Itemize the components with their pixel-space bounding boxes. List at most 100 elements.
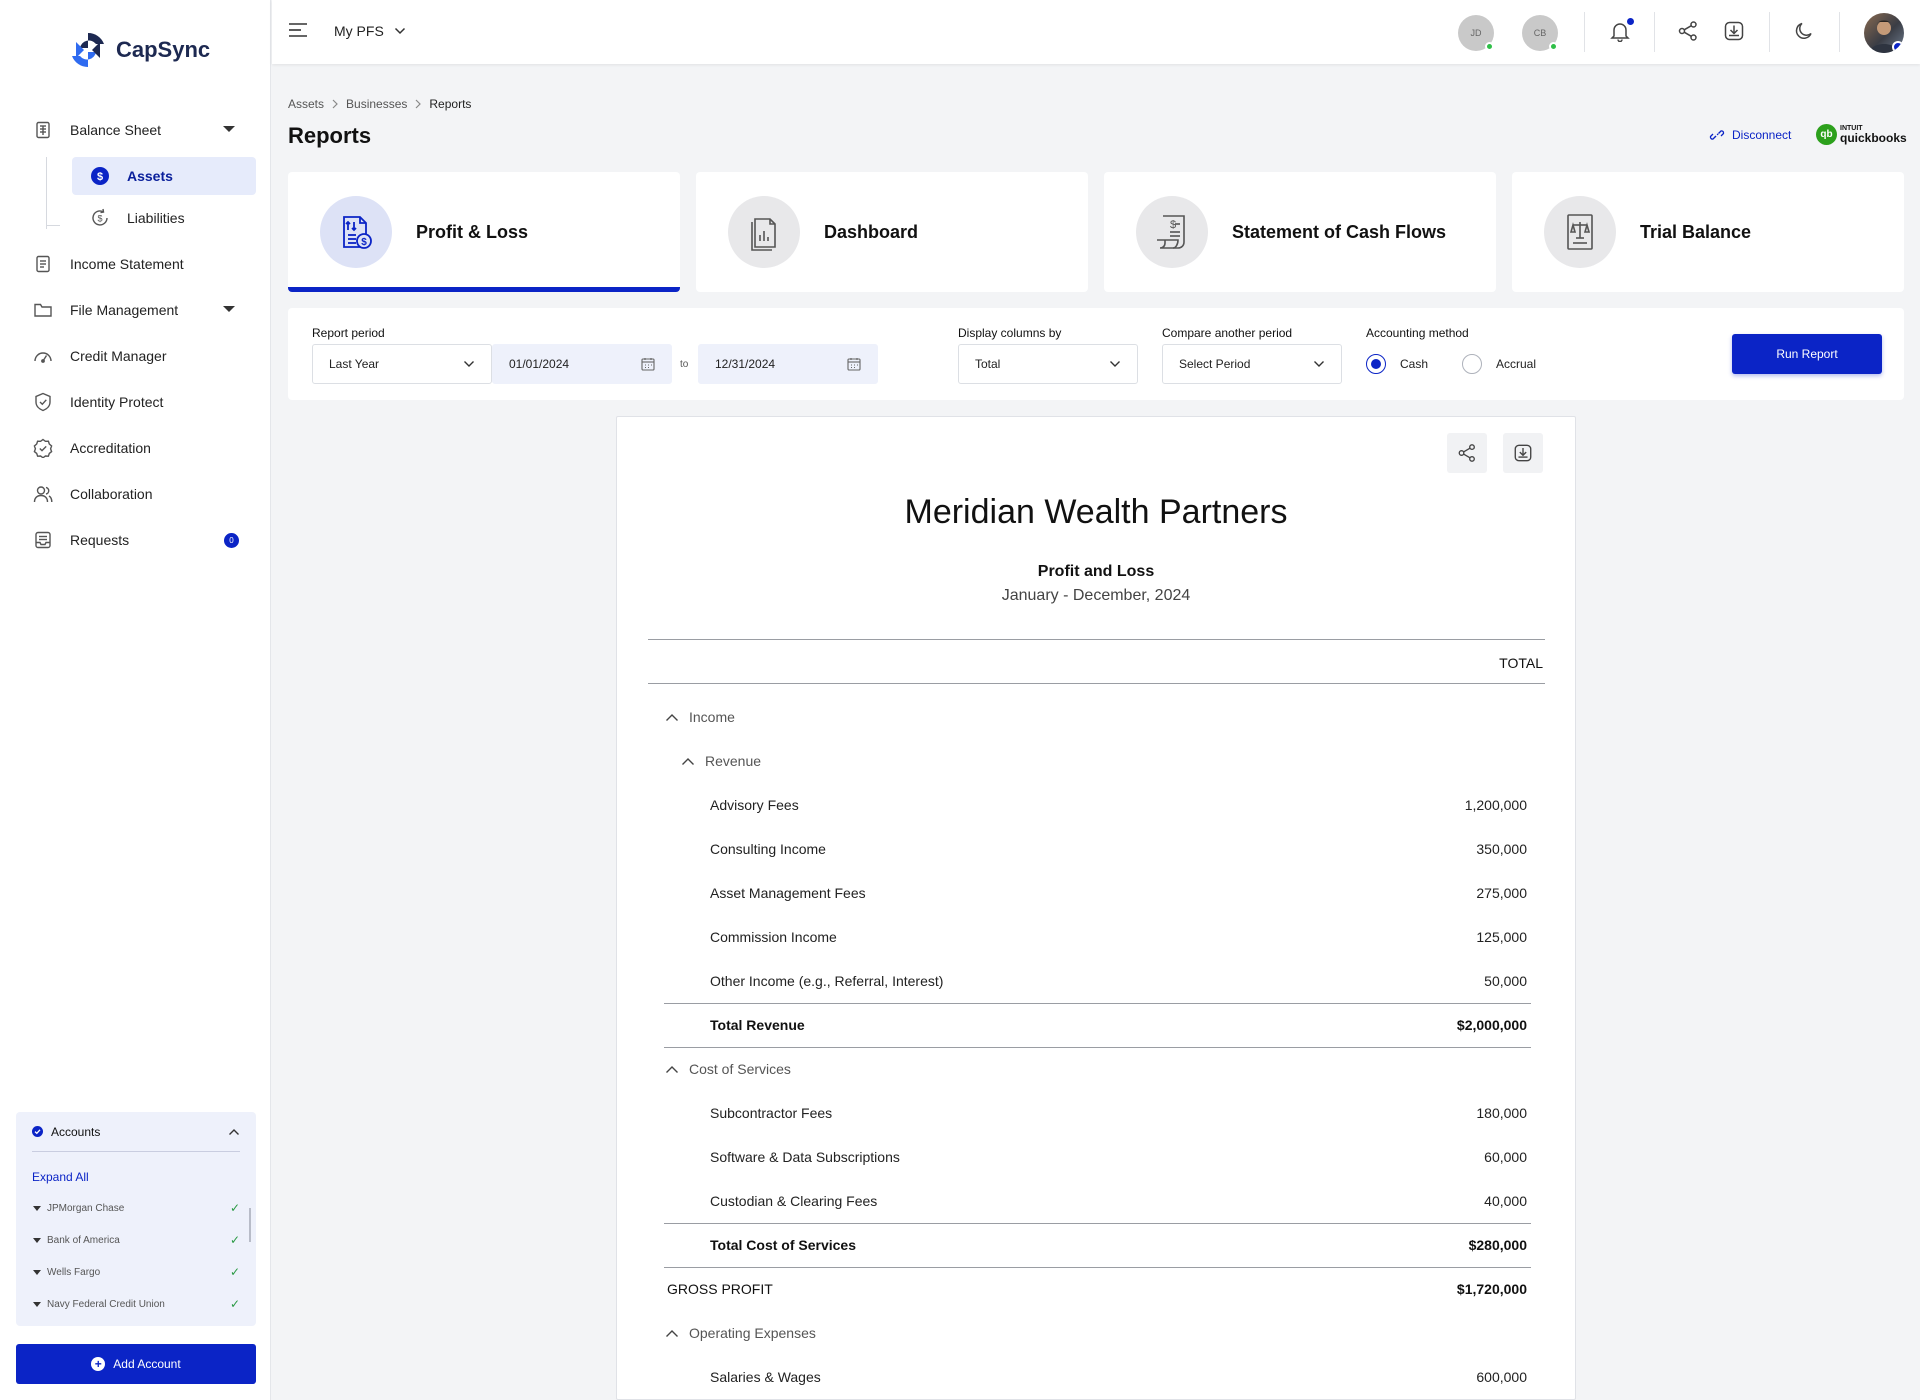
breadcrumb-item[interactable]: Assets xyxy=(288,97,324,111)
sidebar-item-income-statement[interactable]: Income Statement xyxy=(0,241,271,287)
account-row[interactable]: Wells Fargo ✓ xyxy=(33,1256,240,1288)
calendar-icon[interactable] xyxy=(641,357,655,371)
calendar-icon[interactable] xyxy=(847,357,861,371)
breadcrumb: Assets Businesses Reports xyxy=(288,97,471,111)
row-label: Revenue xyxy=(705,753,762,769)
tab-profit-loss[interactable]: $ Profit & Loss xyxy=(288,172,680,292)
refresh-dollar-icon: $ xyxy=(89,207,111,229)
row-label: Operating Expenses xyxy=(689,1325,816,1341)
sidebar-item-label: Accreditation xyxy=(70,440,151,456)
chevron-up-icon[interactable] xyxy=(228,1128,240,1136)
divider xyxy=(1654,12,1655,52)
moon-icon[interactable] xyxy=(1793,20,1815,42)
row-label-wrap: Asset Management Fees xyxy=(710,885,866,901)
accounts-panel-header[interactable]: Accounts xyxy=(32,1112,240,1152)
capsync-logo-icon xyxy=(72,32,104,68)
compare-period-select[interactable]: Select Period xyxy=(1162,344,1342,384)
tree-line xyxy=(46,225,60,226)
caret-down-icon xyxy=(223,306,235,312)
row-label-wrap: Software & Data Subscriptions xyxy=(710,1149,900,1165)
to-date-input[interactable]: 12/31/2024 xyxy=(698,344,878,384)
divider xyxy=(1839,12,1840,52)
row-label-wrap: Other Income (e.g., Referral, Interest) xyxy=(710,973,943,989)
sidebar-nav: Balance Sheet $ Assets $ Liabilities Inc… xyxy=(0,107,271,563)
shield-icon xyxy=(33,392,53,412)
accounts-scrollbar[interactable] xyxy=(249,1208,251,1242)
radio-cash[interactable]: Cash xyxy=(1366,354,1428,374)
user-avatar[interactable] xyxy=(1864,13,1904,53)
add-account-button[interactable]: + Add Account xyxy=(16,1344,256,1384)
share-icon[interactable] xyxy=(1677,20,1699,42)
chevron-down-icon xyxy=(463,360,475,368)
report-period-select[interactable]: Last Year xyxy=(312,344,492,384)
users-icon xyxy=(33,484,53,504)
svg-text:$: $ xyxy=(1170,219,1176,231)
radio-button[interactable] xyxy=(1366,354,1386,374)
account-row[interactable]: Bank of America ✓ xyxy=(33,1224,240,1256)
sidebar-item-credit-manager[interactable]: Credit Manager xyxy=(0,333,271,379)
sidebar-item-accreditation[interactable]: Accreditation xyxy=(0,425,271,471)
expand-all-link[interactable]: Expand All xyxy=(32,1170,256,1184)
report-group-row[interactable]: Revenue xyxy=(617,739,1577,783)
column-header-total: TOTAL xyxy=(1499,655,1543,671)
sidebar-item-liabilities[interactable]: $ Liabilities xyxy=(72,199,256,237)
workspace-selector[interactable]: My PFS xyxy=(334,23,406,39)
breadcrumb-item[interactable]: Businesses xyxy=(346,97,407,111)
download-icon[interactable] xyxy=(1723,20,1745,42)
avatar[interactable]: CB xyxy=(1522,15,1558,51)
report-period: January - December, 2024 xyxy=(1001,587,1191,604)
account-row[interactable]: JPMorgan Chase ✓ xyxy=(33,1192,240,1224)
tab-trial-balance[interactable]: Trial Balance xyxy=(1512,172,1904,292)
sidebar-item-file-management[interactable]: File Management xyxy=(0,287,271,333)
from-date-input[interactable]: 01/01/2024 xyxy=(492,344,672,384)
tab-cash-flows[interactable]: $ Statement of Cash Flows xyxy=(1104,172,1496,292)
online-indicator xyxy=(1485,42,1494,51)
report-line-row: Commission Income 125,000 xyxy=(617,915,1577,959)
run-report-button[interactable]: Run Report xyxy=(1732,334,1882,374)
radio-accrual[interactable]: Accrual xyxy=(1462,354,1536,374)
report-group-row[interactable]: Income xyxy=(617,695,1577,739)
report-group-row[interactable]: Operating Expenses xyxy=(617,1311,1577,1355)
sidebar-item-requests[interactable]: Requests 0 xyxy=(0,517,271,563)
sidebar-item-identity-protect[interactable]: Identity Protect xyxy=(0,379,271,425)
account-row[interactable]: Navy Federal Credit Union ✓ xyxy=(33,1288,240,1320)
download-icon[interactable] xyxy=(1503,433,1543,473)
row-amount: 60,000 xyxy=(1484,1149,1527,1165)
chevron-up-icon[interactable] xyxy=(681,754,695,768)
top-header: My PFS JD CB xyxy=(272,0,1920,64)
row-label: Consulting Income xyxy=(710,841,826,857)
row-label-wrap: Total Cost of Services xyxy=(710,1237,856,1253)
balance-sheet-icon xyxy=(33,120,53,140)
menu-icon[interactable] xyxy=(288,22,308,38)
row-label-wrap: Cost of Services xyxy=(665,1061,791,1077)
display-columns-select[interactable]: Total xyxy=(958,344,1138,384)
row-label: Commission Income xyxy=(710,929,837,945)
sidebar-item-assets[interactable]: $ Assets xyxy=(72,157,256,195)
report-group-row[interactable]: Cost of Services xyxy=(617,1047,1577,1091)
workspace-name: My PFS xyxy=(334,23,384,39)
disconnect-button[interactable]: Disconnect xyxy=(1709,127,1791,143)
sidebar-item-label: Collaboration xyxy=(70,486,153,502)
avatar[interactable]: JD xyxy=(1458,15,1494,51)
compare-period-value: Select Period xyxy=(1179,357,1251,371)
scale-icon xyxy=(1544,196,1616,268)
document-icon xyxy=(33,254,53,274)
bell-icon[interactable] xyxy=(1609,18,1634,42)
date-range-separator: to xyxy=(680,359,689,370)
tab-label: Statement of Cash Flows xyxy=(1232,221,1447,242)
capsync-logo[interactable]: CapSync xyxy=(68,30,210,70)
share-icon[interactable] xyxy=(1447,433,1487,473)
report-type-tabs: $ Profit & Loss Dashboard $ Statement of… xyxy=(288,172,1904,292)
chevron-up-icon[interactable] xyxy=(665,1062,679,1076)
sidebar-item-collaboration[interactable]: Collaboration xyxy=(0,471,271,517)
report-document: Meridian Wealth Partners Profit and Loss… xyxy=(616,416,1576,1400)
chevron-down-icon xyxy=(394,27,406,35)
radio-button[interactable] xyxy=(1462,354,1482,374)
tab-dashboard[interactable]: Dashboard xyxy=(696,172,1088,292)
check-icon: ✓ xyxy=(229,1297,240,1311)
sidebar-item-balance-sheet[interactable]: Balance Sheet xyxy=(0,107,271,153)
inbox-icon xyxy=(33,530,53,550)
chevron-up-icon[interactable] xyxy=(665,710,679,724)
chevron-up-icon[interactable] xyxy=(665,1326,679,1340)
row-label-wrap: Total Revenue xyxy=(710,1017,805,1033)
